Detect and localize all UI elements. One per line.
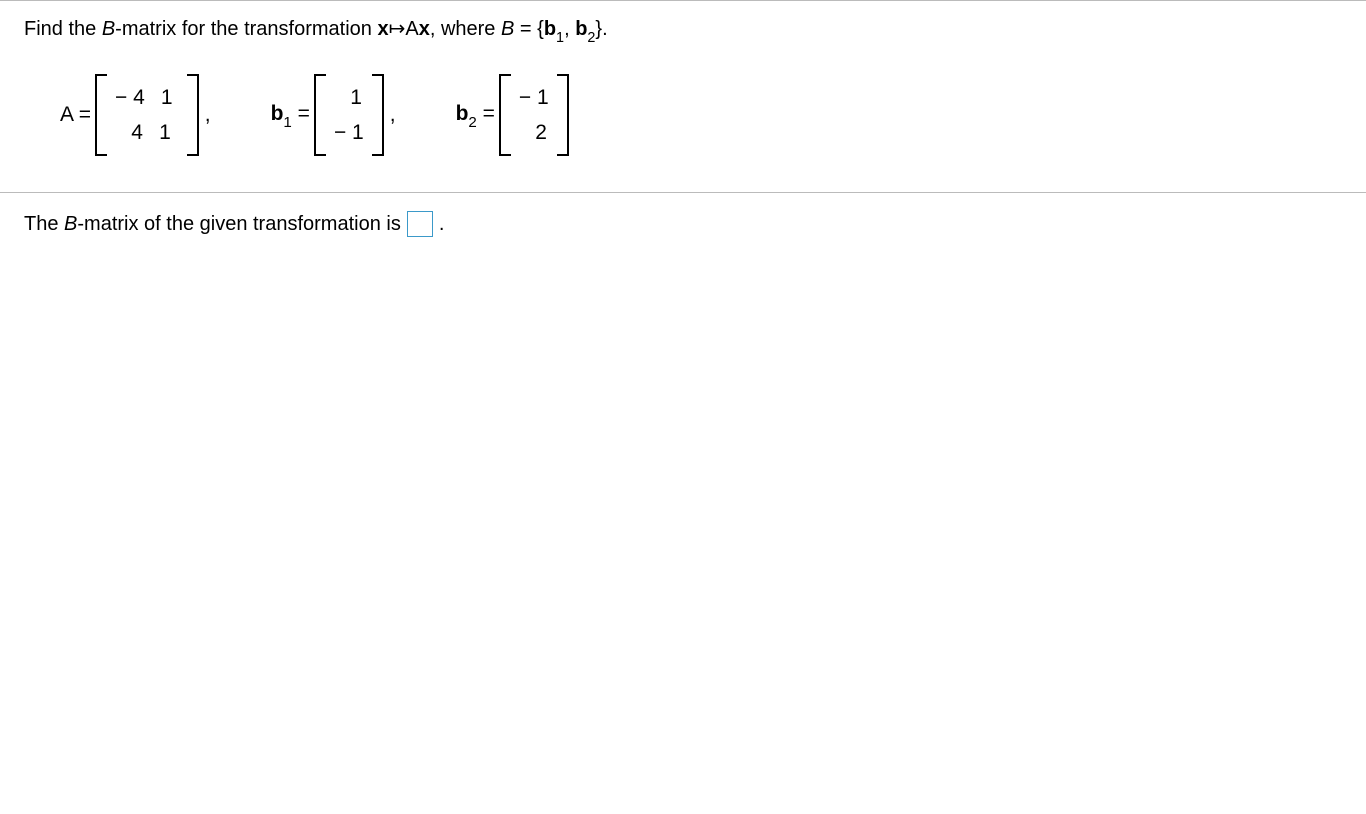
label-sub: 1 bbox=[283, 114, 291, 131]
text: -matrix of the given transformation is bbox=[77, 213, 400, 235]
label-eq: = bbox=[477, 102, 495, 125]
var-B2: B bbox=[501, 18, 514, 40]
matrix-A-body: − 4 1 4 1 bbox=[95, 74, 199, 156]
question-text: Find the B-matrix for the transformation… bbox=[24, 15, 1342, 46]
vector-b1-body: 1 − 1 bbox=[314, 74, 384, 156]
var-B: B bbox=[102, 18, 115, 40]
comma: , bbox=[205, 103, 211, 127]
text: }. bbox=[595, 18, 607, 40]
vec-x: x bbox=[377, 18, 388, 40]
var-A: A bbox=[405, 18, 418, 40]
cell: 2 bbox=[519, 118, 547, 147]
text: , where bbox=[430, 18, 501, 40]
vector-b2-label: b2 = bbox=[456, 102, 495, 129]
bracket-right-icon bbox=[557, 74, 569, 156]
comma: , bbox=[390, 103, 396, 127]
text: Find the bbox=[24, 18, 102, 40]
sub-1: 1 bbox=[556, 30, 564, 46]
label-b: b bbox=[456, 102, 469, 125]
label-name: A bbox=[60, 103, 73, 126]
cell: − 1 bbox=[334, 118, 364, 147]
label-eq: = bbox=[292, 102, 310, 125]
vector-b2-body: − 1 2 bbox=[499, 74, 569, 156]
sub-2: 2 bbox=[587, 30, 595, 46]
vec-b2: b bbox=[575, 18, 587, 40]
cell: − 1 bbox=[519, 83, 549, 112]
text: -matrix for the transformation bbox=[115, 18, 377, 40]
bracket-left-icon bbox=[95, 74, 107, 156]
cell: 1 bbox=[155, 83, 179, 112]
text: The bbox=[24, 213, 64, 235]
cell: − 4 bbox=[115, 83, 145, 112]
question-block: Find the B-matrix for the transformation… bbox=[0, 1, 1366, 192]
matrix-A: A = − 4 1 4 1 , bbox=[60, 74, 211, 156]
vector-b2: b2 = − 1 2 bbox=[456, 74, 569, 156]
label-sub: 2 bbox=[468, 114, 476, 131]
bracket-right-icon bbox=[187, 74, 199, 156]
var-B: B bbox=[64, 213, 77, 235]
vec-x2: x bbox=[419, 18, 430, 40]
answer-input[interactable] bbox=[407, 211, 433, 237]
bracket-left-icon bbox=[314, 74, 326, 156]
bracket-right-icon bbox=[372, 74, 384, 156]
vec-b1: b bbox=[544, 18, 556, 40]
answer-text: The B-matrix of the given transformation… bbox=[24, 213, 401, 236]
cell: 4 bbox=[115, 118, 143, 147]
answer-line: The B-matrix of the given transformation… bbox=[0, 193, 1366, 237]
label-eq: = bbox=[73, 103, 91, 126]
matrices-row: A = − 4 1 4 1 , bbox=[60, 74, 1342, 156]
label-b: b bbox=[271, 102, 284, 125]
text: = { bbox=[514, 18, 543, 40]
arrow: ↦ bbox=[389, 18, 406, 40]
bracket-left-icon bbox=[499, 74, 511, 156]
period: . bbox=[439, 213, 445, 236]
vector-b1-label: b1 = bbox=[271, 102, 310, 129]
cell: 1 bbox=[153, 118, 177, 147]
vector-b1: b1 = 1 − 1 , bbox=[271, 74, 396, 156]
matrix-A-label: A = bbox=[60, 103, 91, 127]
text: , bbox=[564, 18, 575, 40]
cell: 1 bbox=[334, 83, 362, 112]
